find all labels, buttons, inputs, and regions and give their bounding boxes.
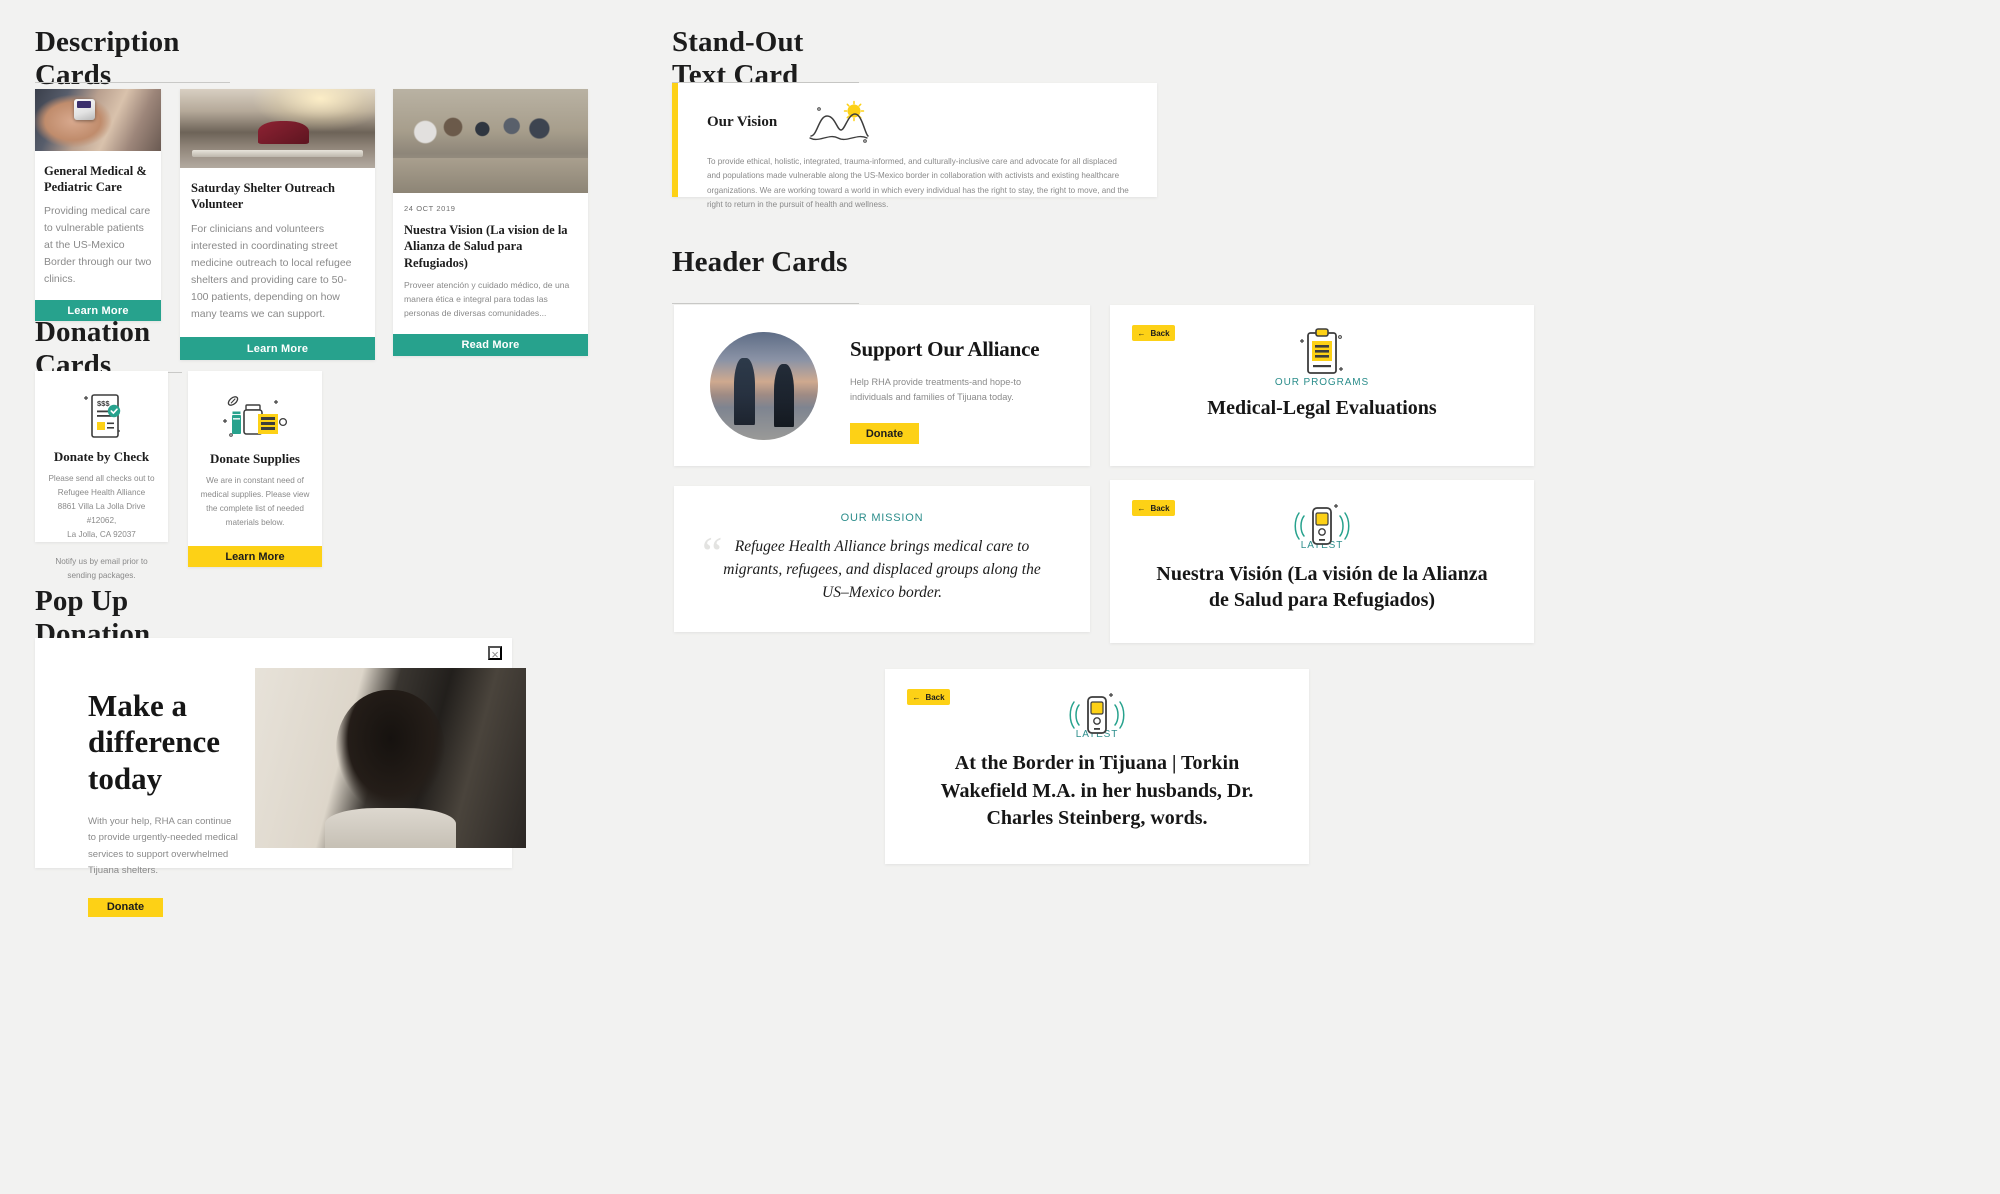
donation-card-supplies[interactable]: Donate Supplies We are in constant need … <box>188 371 322 568</box>
donate-button[interactable]: Donate <box>850 423 919 444</box>
shelter-supplies-tables-photo <box>180 89 375 168</box>
check-document-icon: $$$ <box>83 394 120 438</box>
back-button[interactable]: ← Back <box>1132 325 1175 341</box>
stand-out-text-card-our-vision: Our Vision To provide ethical, holistic,… <box>672 83 1157 209</box>
back-button[interactable]: ← Back <box>1132 500 1175 516</box>
mountain-sun-icon <box>809 100 869 143</box>
design-system-page: Description Cards General Medical & Pedi… <box>0 0 2000 1194</box>
learn-more-button[interactable]: Learn More <box>188 546 322 568</box>
arrow-left-icon: ← <box>1137 328 1146 338</box>
check-instruction-line: Please send all checks out to <box>48 474 155 483</box>
pager-device-icon <box>1069 693 1125 734</box>
card-title: General Medical & Pediatric Care <box>44 164 147 194</box>
person-portrait-photo <box>255 668 526 848</box>
medical-supplies-icon <box>223 396 288 437</box>
close-icon[interactable]: × <box>488 646 502 662</box>
donation-card-check[interactable]: $$$ Donate by Check Please send all chec… <box>35 371 168 580</box>
header-card-latest-nuestra-vision: ← Back LATEST Nuestra Visión (La visión … <box>1110 480 1534 643</box>
back-button[interactable]: ← Back <box>907 689 950 705</box>
check-city-line: La Jolla, CA 92037 <box>67 530 136 540</box>
section-divider <box>35 82 230 83</box>
description-card-shelter-outreach[interactable]: Saturday Shelter Outreach Volunteer For … <box>180 89 375 360</box>
description-card-nuestra-vision[interactable]: 24 OCT 2019 Nuestra Vision (La vision de… <box>393 89 588 356</box>
description-card-medical[interactable]: General Medical & Pediatric Care Providi… <box>35 89 161 321</box>
card-body: We are in constant need of medical suppl… <box>200 476 310 528</box>
oximeter-on-patient-hand-photo <box>35 89 161 151</box>
arrow-left-icon: ← <box>1137 503 1146 513</box>
back-button-label: Back <box>1150 503 1170 513</box>
check-address-line: 8861 Villa La Jolla Drive #12062, <box>57 502 146 526</box>
section-divider <box>672 303 859 304</box>
mission-quote: Refugee Health Alliance brings medical c… <box>723 538 1041 601</box>
card-body: Providing medical care to vulnerable pat… <box>44 205 152 285</box>
learn-more-button[interactable]: Learn More <box>180 337 375 360</box>
card-title: Donate Supplies <box>210 451 300 466</box>
popup-donation-modal: × Make a difference today With your help… <box>35 638 526 917</box>
card-body: For clinicians and volunteers interested… <box>191 223 352 320</box>
back-button-label: Back <box>1150 328 1170 338</box>
card-title: Saturday Shelter Outreach Volunteer <box>191 181 335 211</box>
couple-holding-hands-sunset-photo <box>710 332 818 440</box>
card-title: Medical-Legal Evaluations <box>1207 397 1437 419</box>
card-title: Nuestra Visión (La visión de la Alianza … <box>1156 563 1488 611</box>
quote-mark-icon: “ <box>702 527 723 578</box>
header-card-our-mission: “ OUR MISSION Refugee Health Alliance br… <box>674 486 1090 632</box>
check-note: Notify us by email prior to sending pack… <box>55 556 148 580</box>
back-button-label: Back <box>925 692 945 702</box>
donate-button[interactable]: Donate <box>88 897 163 917</box>
volunteer-group-photo <box>393 89 588 193</box>
card-body: Help RHA provide treatments-and hope-to … <box>850 377 1022 403</box>
card-title: Donate by Check <box>53 449 150 464</box>
svg-text:$$$: $$$ <box>97 399 110 408</box>
card-body: To provide ethical, holistic, integrated… <box>707 157 1129 210</box>
header-card-our-programs: ← Back OUR PROGRAMS Medical-Legal Evalua… <box>1110 305 1534 466</box>
read-more-button[interactable]: Read More <box>393 333 588 356</box>
card-title: Nuestra Vision (La vision de la Alianza … <box>404 223 568 270</box>
section-heading-header-cards: Header Cards <box>672 246 848 278</box>
card-title: Our Vision <box>707 113 778 130</box>
card-date: 24 OCT 2019 <box>404 204 456 213</box>
header-card-latest-at-the-border: ← Back LATEST At the Border in Tijuana |… <box>885 669 1309 864</box>
card-eyebrow: OUR MISSION <box>840 512 924 524</box>
popup-body: With your help, RHA can continue to prov… <box>88 815 238 877</box>
card-title: At the Border in Tijuana | Torkin Wakefi… <box>940 752 1254 830</box>
card-title: Support Our Alliance <box>850 337 1040 361</box>
check-payee-line: Refugee Health Alliance <box>57 488 146 498</box>
header-card-support-our-alliance: Support Our Alliance Help RHA provide tr… <box>674 305 1090 466</box>
card-body: Proveer atención y cuidado médico, de un… <box>404 279 570 318</box>
arrow-left-icon: ← <box>912 692 921 702</box>
clipboard-icon <box>1300 328 1343 374</box>
pager-device-icon <box>1294 504 1350 545</box>
popup-heading: Make a difference today <box>88 688 220 796</box>
